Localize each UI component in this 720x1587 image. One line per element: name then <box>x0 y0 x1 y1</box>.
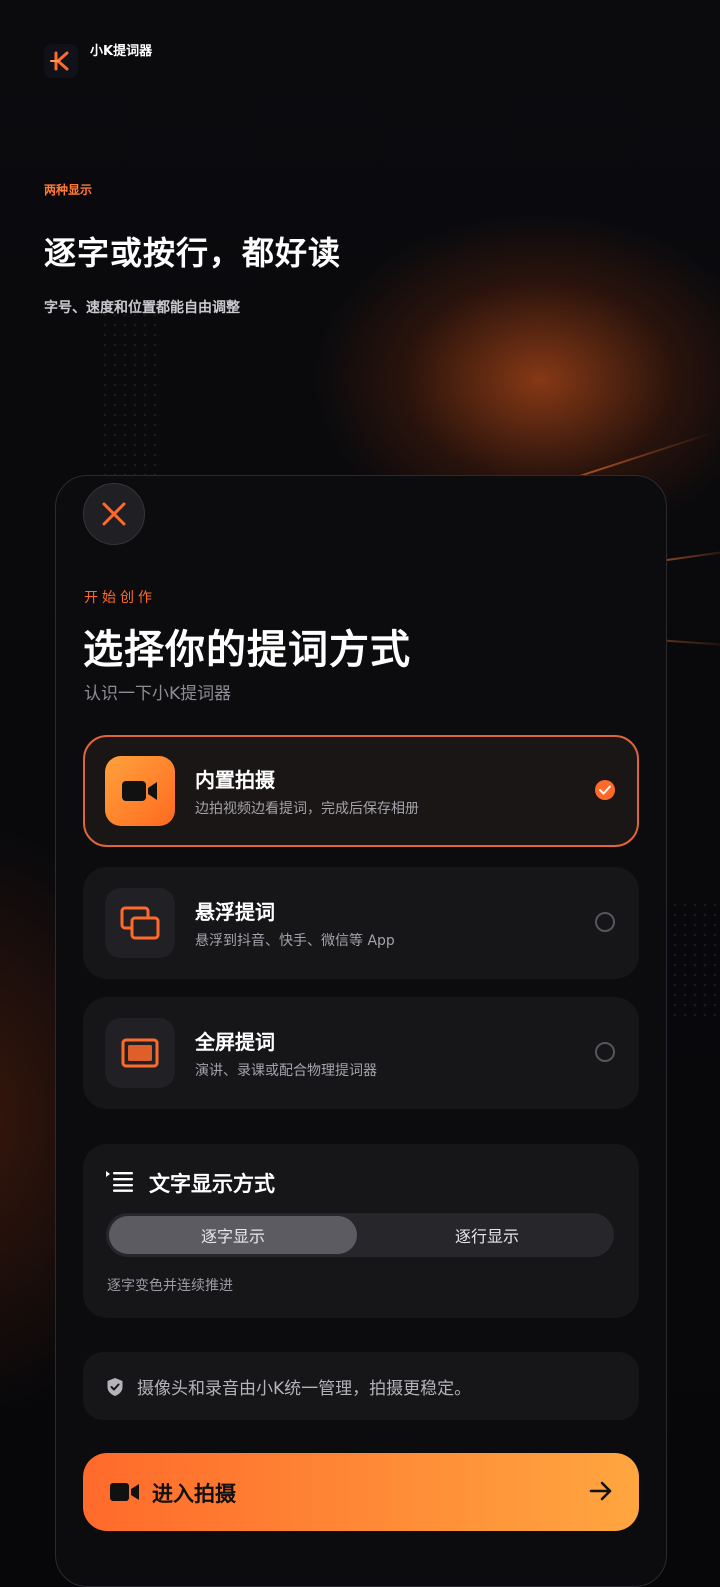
mode-select-sheet: 开始创作 选择你的提词方式 认识一下小K提词器 内置拍摄 边拍视频边看提词，完成… <box>55 475 667 1587</box>
segment-per-line[interactable]: 逐行显示 <box>363 1216 611 1254</box>
arrow-right-icon <box>589 1481 612 1501</box>
option-description: 演讲、录课或配合物理提词器 <box>195 1063 377 1079</box>
option-title: 内置拍摄 <box>195 768 275 792</box>
intro-headline: 逐字或按行，都好读 <box>44 234 342 272</box>
radio-unselected <box>595 912 615 932</box>
fullscreen-icon <box>105 1018 175 1088</box>
selected-check-icon <box>595 780 615 800</box>
sheet-subtitle: 认识一下小K提词器 <box>84 684 232 704</box>
enter-shooting-button[interactable]: 进入拍摄 <box>83 1453 639 1531</box>
option-description: 悬浮到抖音、快手、微信等 App <box>195 933 395 949</box>
floating-windows-icon <box>105 888 175 958</box>
dot-pattern <box>670 900 720 1020</box>
text-list-icon <box>106 1171 133 1192</box>
k-logo-icon <box>44 44 78 78</box>
radio-unselected <box>595 1042 615 1062</box>
cta-label: 进入拍摄 <box>152 1482 236 1506</box>
text-display-mode-card: 文字显示方式 逐字显示 逐行显示 逐字变色并连续推进 <box>83 1144 639 1318</box>
sheet-eyebrow: 开始创作 <box>84 590 156 606</box>
text-mode-title: 文字显示方式 <box>149 1172 275 1196</box>
intro-subline: 字号、速度和位置都能自由调整 <box>44 300 240 316</box>
intro-eyebrow: 两种显示 <box>44 183 93 197</box>
permission-notice: 摄像头和录音由小K统一管理，拍摄更稳定。 <box>83 1352 639 1420</box>
notice-text: 摄像头和录音由小K统一管理，拍摄更稳定。 <box>137 1379 472 1399</box>
option-floating-prompter[interactable]: 悬浮提词 悬浮到抖音、快手、微信等 App <box>83 867 639 979</box>
sheet-title: 选择你的提词方式 <box>83 627 411 673</box>
close-button[interactable] <box>83 483 145 545</box>
option-description: 边拍视频边看提词，完成后保存相册 <box>195 801 419 817</box>
shield-check-icon <box>107 1378 123 1396</box>
close-icon <box>102 502 126 526</box>
video-camera-icon <box>110 1483 139 1501</box>
option-built-in-shooting[interactable]: 内置拍摄 边拍视频边看提词，完成后保存相册 <box>83 735 639 847</box>
dot-pattern <box>100 300 160 500</box>
text-mode-segmented-control: 逐字显示 逐行显示 <box>106 1213 614 1257</box>
video-camera-icon <box>105 756 175 826</box>
app-brand: 小K提词器 <box>44 44 152 78</box>
segment-per-character[interactable]: 逐字显示 <box>109 1216 357 1254</box>
option-title: 悬浮提词 <box>195 900 275 924</box>
app-name: 小K提词器 <box>90 44 153 59</box>
text-mode-note: 逐字变色并连续推进 <box>107 1278 233 1294</box>
option-title: 全屏提词 <box>195 1030 275 1054</box>
option-fullscreen-prompter[interactable]: 全屏提词 演讲、录课或配合物理提词器 <box>83 997 639 1109</box>
